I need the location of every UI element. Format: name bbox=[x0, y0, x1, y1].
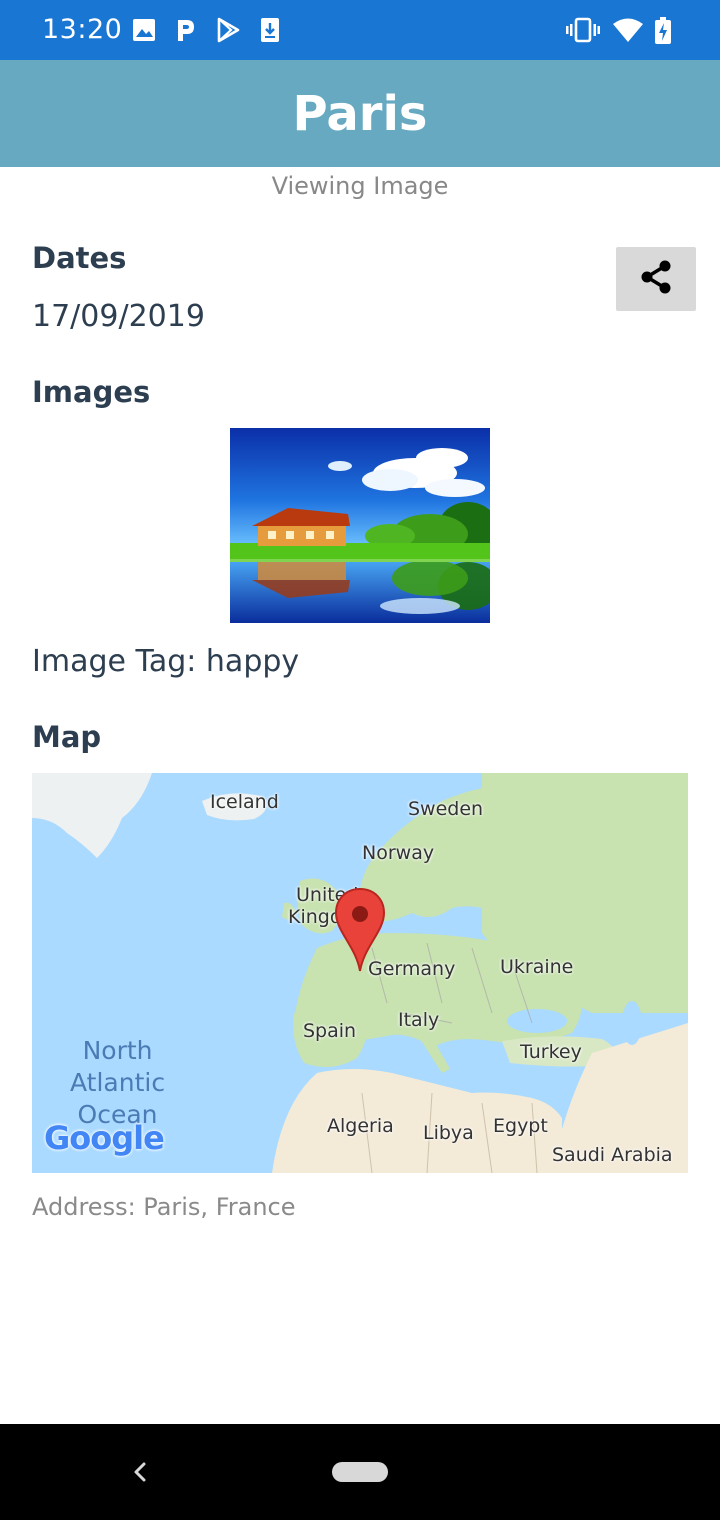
back-chevron-icon[interactable] bbox=[126, 1458, 154, 1486]
map-label-turkey: Turkey bbox=[520, 1041, 582, 1063]
ocean-label: North Atlantic Ocean bbox=[70, 1035, 165, 1131]
map-label-spain: Spain bbox=[303, 1020, 357, 1042]
battery-charging-icon bbox=[654, 17, 672, 44]
status-bar: 13:20 bbox=[0, 0, 720, 60]
address-text: Address: Paris, France bbox=[32, 1193, 296, 1221]
wifi-icon bbox=[612, 17, 644, 43]
page-title: Paris bbox=[292, 86, 428, 142]
page-subtitle: Viewing Image bbox=[271, 172, 449, 200]
map-label-libya: Libya bbox=[423, 1122, 474, 1144]
share-button[interactable] bbox=[616, 247, 696, 311]
house-lake-photo[interactable] bbox=[230, 428, 490, 623]
images-heading: Images bbox=[32, 375, 151, 409]
map-pin-icon[interactable] bbox=[334, 887, 386, 978]
app-bar: Paris bbox=[0, 60, 720, 167]
status-time: 13:20 bbox=[42, 14, 123, 45]
map-label-algeria: Algeria bbox=[327, 1115, 394, 1137]
ocean-label-line1: North bbox=[82, 1036, 153, 1065]
map-label-iceland: Iceland bbox=[210, 791, 279, 813]
share-icon bbox=[636, 257, 676, 302]
map-label-saudi-arabia: Saudi Arabia bbox=[552, 1144, 673, 1166]
map-label-sweden: Sweden bbox=[408, 798, 484, 820]
ocean-label-line2: Atlantic bbox=[70, 1068, 166, 1097]
date-value: 17/09/2019 bbox=[32, 299, 205, 334]
map-label-italy: Italy bbox=[398, 1009, 440, 1031]
map-label-norway: Norway bbox=[362, 842, 435, 864]
home-pill-icon[interactable] bbox=[332, 1462, 388, 1482]
download-icon bbox=[257, 17, 283, 43]
google-logo-text: Google bbox=[44, 1119, 165, 1157]
parking-p-icon bbox=[172, 17, 198, 43]
map-label-ukraine: Ukraine bbox=[500, 956, 574, 978]
google-logo: Google bbox=[44, 1119, 165, 1157]
image-icon bbox=[131, 17, 157, 43]
vibrate-icon bbox=[566, 17, 600, 43]
map-view[interactable]: North Atlantic Ocean Iceland Sweden Norw… bbox=[32, 773, 688, 1173]
map-label-egypt: Egypt bbox=[493, 1115, 548, 1137]
map-heading: Map bbox=[32, 720, 102, 754]
image-tag-text: Image Tag: happy bbox=[32, 644, 300, 679]
dates-heading: Dates bbox=[32, 241, 127, 275]
system-nav-bar bbox=[0, 1424, 720, 1520]
play-store-icon bbox=[215, 17, 241, 43]
